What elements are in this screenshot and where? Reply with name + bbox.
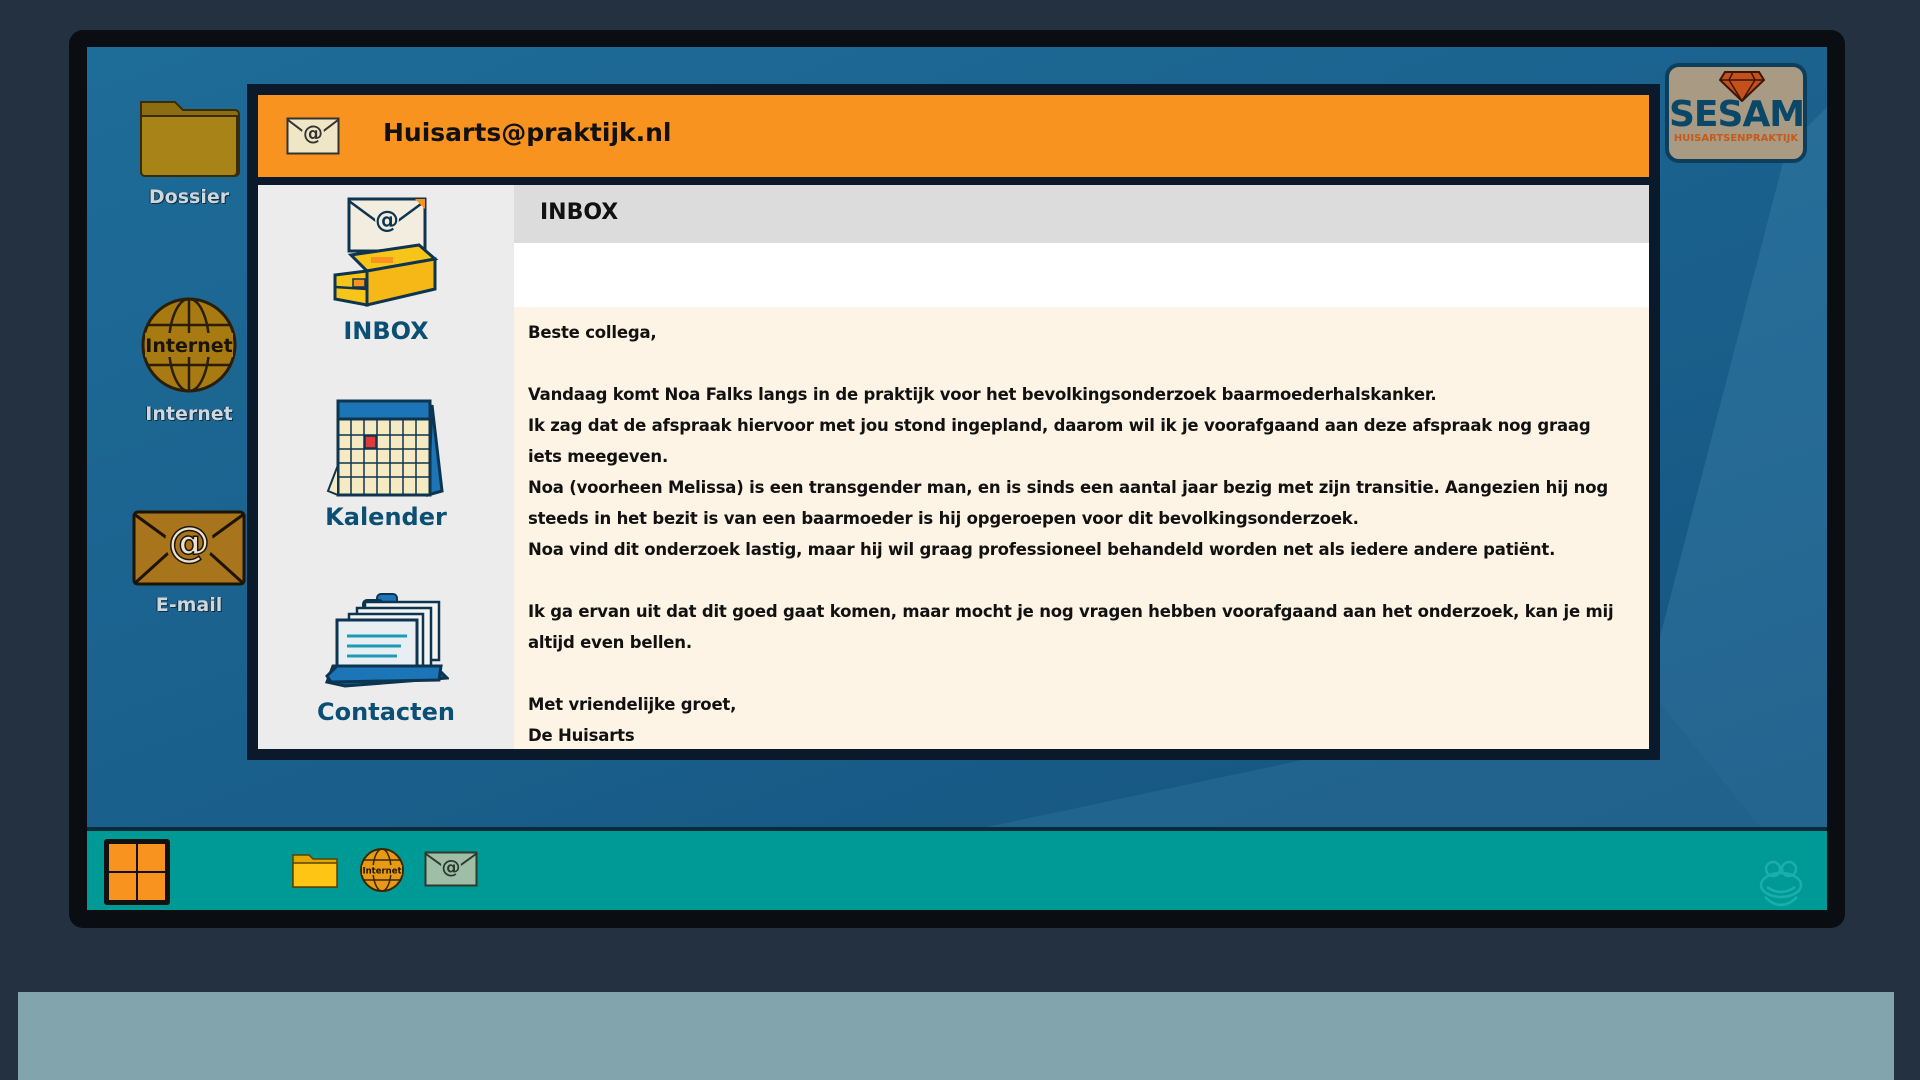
message-closing: Met vriendelijke groet, [528,695,737,714]
taskbar-globe-text: Internet [362,867,401,877]
folder-icon [140,101,240,177]
desk-surface [18,992,1894,1080]
desktop-icon-email[interactable]: @ E-mail [129,510,249,616]
inbox-panel: INBOX Beste collega, Vandaag komt Noa Fa… [514,185,1649,749]
sesam-logo: SESAM HUISARTSENPRAKTIJK [1665,63,1807,163]
contacts-icon [324,593,451,688]
desktop-icon-internet[interactable]: Internet Internet [129,295,249,425]
logo-subtitle: HUISARTSENPRAKTIJK [1673,133,1799,144]
message-signature: De Huisarts [528,726,635,745]
svg-text:@: @ [303,121,323,145]
globe-icon-text: Internet [145,335,232,357]
inbox-header-title: INBOX [540,200,619,225]
svg-text:@: @ [442,856,461,878]
nav-item-contacten[interactable]: Contacten [258,590,514,726]
taskbar-mail-icon[interactable]: @ [424,851,478,887]
message-line-4: Noa vind dit onderzoek lastig, maar hij … [528,540,1556,559]
message-subject-row[interactable] [514,243,1649,307]
message-greeting: Beste collega, [528,323,657,342]
calendar-icon [326,399,444,498]
nav-item-contacten-label: Contacten [317,698,455,726]
desktop-icon-dossier[interactable]: Dossier [129,92,249,208]
mail-nav: @ INBOX Kalender Contacten [258,185,514,749]
window-title: Huisarts@praktijk.nl [383,118,672,147]
envelope-icon: @ [286,117,340,155]
nav-item-kalender[interactable]: Kalender [258,395,514,531]
start-button[interactable] [104,839,170,905]
nav-item-inbox-label: INBOX [343,317,429,345]
globe-icon: Internet [141,297,237,393]
mail-icon: @ [132,510,246,586]
taskbar-folder-icon[interactable] [291,849,339,889]
window-titlebar: @ Huisarts@praktijk.nl [258,95,1649,177]
desktop-screen: Dossier Internet Internet @ E-mail SESAM… [87,47,1827,910]
frog-mascot-icon [1759,860,1803,907]
nav-item-kalender-label: Kalender [325,503,447,531]
mail-window: @ Huisarts@praktijk.nl @ INBOX Kalender … [247,84,1660,760]
desktop-icon-dossier-label: Dossier [148,186,230,208]
message-line-1: Vandaag komt Noa Falks langs in de prakt… [528,385,1437,404]
message-line-3: Noa (voorheen Melissa) is een transgende… [528,478,1608,528]
inbox-icon: @ [333,197,439,307]
desktop-icon-email-label: E-mail [155,594,223,616]
message-line-2: Ik zag dat de afspraak hiervoor met jou … [528,416,1591,466]
message-body: Beste collega, Vandaag komt Noa Falks la… [528,317,1628,751]
nav-item-inbox[interactable]: @ INBOX [258,195,514,345]
message-line-5: Ik ga ervan uit dat dit goed gaat komen,… [528,602,1614,652]
svg-text:@: @ [375,206,399,234]
desktop-icon-internet-label: Internet [145,403,233,425]
taskbar: Internet @ [87,827,1827,910]
gem-icon [1719,71,1765,102]
svg-text:@: @ [168,517,210,566]
logo-title: SESAM [1669,94,1805,135]
taskbar-globe-icon[interactable]: Internet [359,847,405,893]
inbox-header: INBOX [514,185,1649,243]
